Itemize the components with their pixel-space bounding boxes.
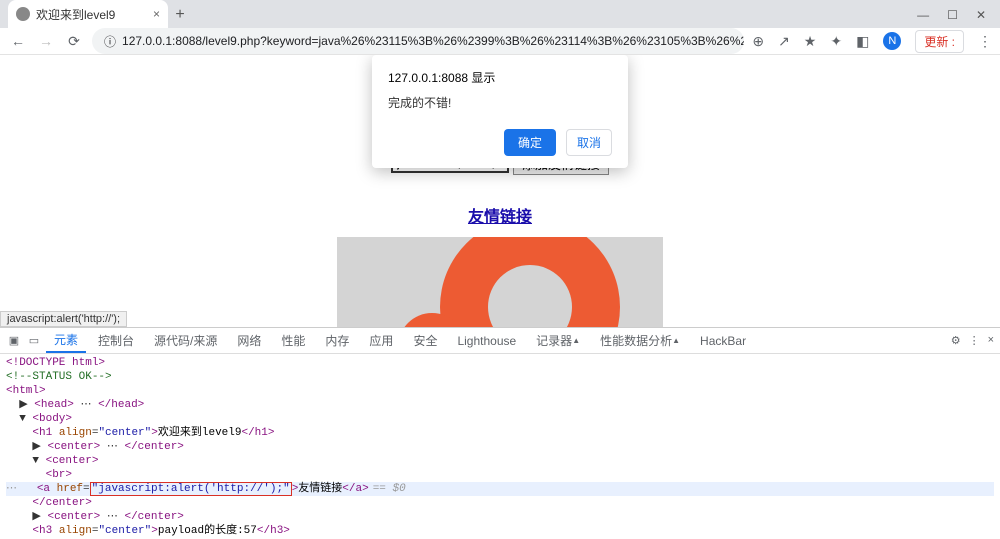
tab-recorder[interactable]: 记录器 ▲ — [528, 328, 588, 353]
tab-title: 欢迎来到level9 — [36, 6, 115, 23]
tab-memory[interactable]: 内存 — [317, 328, 357, 353]
tab-security[interactable]: 安全 — [405, 328, 445, 353]
tab-bar: 欢迎来到level9 × + — ☐ ✕ — [0, 0, 1000, 28]
tab-elements[interactable]: 元素 — [46, 328, 86, 353]
settings-icon[interactable]: ⚙ — [951, 334, 961, 347]
friend-link[interactable]: 友情链接 — [468, 203, 532, 227]
alert-title: 127.0.0.1:8088 显示 — [388, 69, 612, 86]
tab-sources[interactable]: 源代码/来源 — [146, 328, 225, 353]
device-icon[interactable]: ▭ — [26, 334, 42, 347]
share-icon[interactable]: ↗ — [778, 33, 790, 50]
close-window-icon[interactable]: ✕ — [976, 8, 986, 22]
tab-perf-insights[interactable]: 性能数据分析 ▲ — [592, 328, 688, 353]
javascript-alert: 127.0.0.1:8088 显示 完成的不错! 确定 取消 — [372, 55, 628, 168]
elements-tree[interactable]: <!DOCTYPE html> <!--STATUS OK--> <html> … — [0, 354, 1000, 539]
update-button[interactable]: 更新 : — [915, 30, 964, 53]
forward-icon: → — [36, 33, 56, 49]
close-devtools-icon[interactable]: × — [988, 334, 994, 347]
url-input[interactable]: ⓘ 127.0.0.1:8088/level9.php?keyword=java… — [92, 28, 744, 54]
status-tooltip: javascript:alert('http://'); — [0, 311, 127, 327]
tab-application[interactable]: 应用 — [361, 328, 401, 353]
url-text: 127.0.0.1:8088/level9.php?keyword=java%2… — [122, 34, 744, 48]
reload-icon[interactable]: ⟳ — [64, 33, 84, 50]
globe-icon — [16, 7, 30, 21]
devtools-panel: ▣ ▭ 元素 控制台 源代码/来源 网络 性能 内存 应用 安全 Lightho… — [0, 327, 1000, 539]
tab-hackbar[interactable]: HackBar — [692, 328, 754, 353]
alert-message: 完成的不错! — [388, 94, 612, 111]
alert-ok-button[interactable]: 确定 — [504, 129, 556, 156]
selected-element-row[interactable]: ⋯ <a href="javascript:alert('http://');"… — [6, 482, 994, 496]
minimize-icon[interactable]: — — [917, 8, 929, 22]
page-content: 127.0.0.1:8088 显示 完成的不错! 确定 取消 添加友情链接 友情… — [0, 55, 1000, 327]
extensions-icon[interactable]: ✦ — [830, 33, 842, 50]
maximize-icon[interactable]: ☐ — [947, 8, 958, 22]
menu-icon[interactable]: ⋮ — [978, 33, 992, 50]
tab-performance[interactable]: 性能 — [273, 328, 313, 353]
translate-icon[interactable]: ⊕ — [752, 33, 764, 50]
tab-lighthouse[interactable]: Lighthouse — [449, 328, 524, 353]
bookmark-icon[interactable]: ★ — [804, 33, 817, 50]
browser-tab[interactable]: 欢迎来到level9 × — [8, 0, 168, 28]
alert-cancel-button[interactable]: 取消 — [566, 129, 612, 156]
more-icon[interactable]: ⋮ — [969, 334, 980, 347]
address-bar: ← → ⟳ ⓘ 127.0.0.1:8088/level9.php?keywor… — [0, 28, 1000, 55]
devtools-tabs: ▣ ▭ 元素 控制台 源代码/来源 网络 性能 内存 应用 安全 Lightho… — [0, 328, 1000, 354]
back-icon[interactable]: ← — [8, 33, 28, 49]
inspect-icon[interactable]: ▣ — [6, 334, 22, 347]
tab-console[interactable]: 控制台 — [90, 328, 142, 353]
tab-network[interactable]: 网络 — [229, 328, 269, 353]
avatar[interactable]: N — [883, 32, 901, 50]
close-icon[interactable]: × — [153, 7, 160, 21]
devtools-icon[interactable]: ◧ — [856, 33, 869, 50]
new-tab-button[interactable]: + — [168, 6, 192, 28]
page-image — [337, 237, 663, 327]
